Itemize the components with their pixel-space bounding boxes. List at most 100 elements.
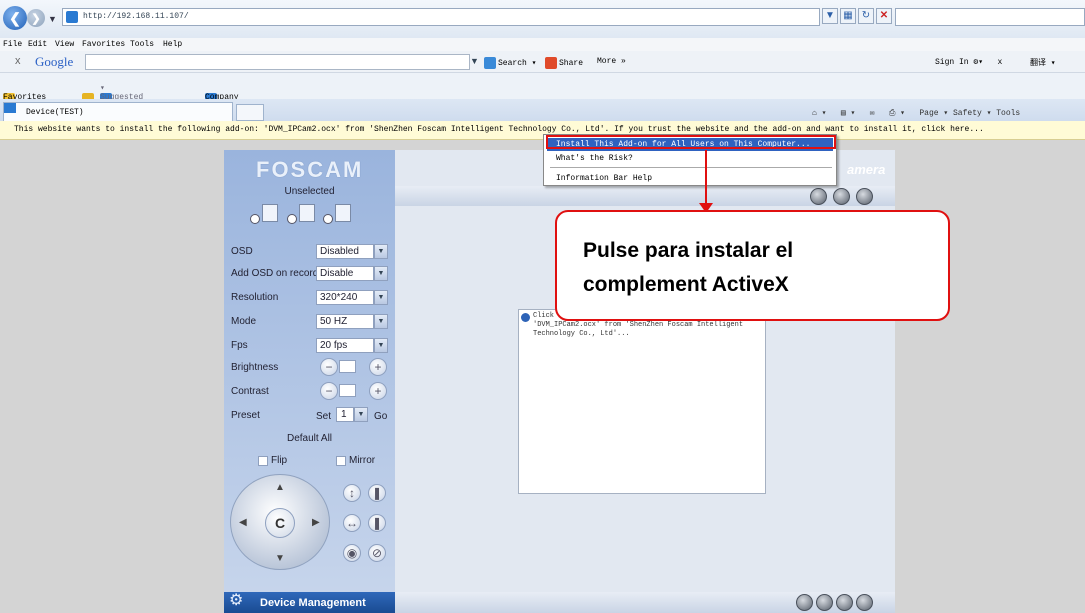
ir-on-button[interactable]: ◉ — [343, 544, 361, 562]
foscam-logo: FOSCAM — [256, 157, 364, 182]
url-dropdown-icon[interactable]: ▼ — [822, 8, 838, 24]
new-tab-button[interactable] — [236, 104, 264, 121]
fullscreen-icon[interactable] — [856, 594, 873, 611]
tab-device-test[interactable]: Device(TEST) — [3, 102, 233, 121]
preset-go-button[interactable]: Go — [374, 411, 387, 422]
fps-label: Fps — [231, 340, 248, 351]
layout-4-icon — [299, 204, 315, 222]
view-9-icon[interactable] — [836, 594, 853, 611]
tab-page-icon — [4, 103, 16, 113]
mirror-checkbox[interactable] — [336, 456, 346, 466]
menu-file[interactable]: File — [3, 40, 22, 49]
home-icon[interactable]: ⌂ — [812, 109, 817, 118]
play-icon[interactable] — [810, 188, 827, 205]
activex-icon — [521, 313, 530, 322]
contrast-value — [339, 384, 356, 397]
google-translate-button[interactable]: 翻译 ▾ — [1030, 57, 1056, 68]
google-dropdown-icon[interactable]: ▼ — [470, 56, 479, 66]
view-4-icon[interactable] — [816, 594, 833, 611]
default-all-button[interactable]: Default All — [287, 433, 332, 444]
share-icon — [545, 57, 557, 69]
add-osd-select[interactable]: Disable — [316, 266, 374, 281]
layout-9-icon — [335, 204, 351, 222]
menu-edit[interactable]: Edit — [28, 40, 47, 49]
menu-view[interactable]: View — [55, 40, 74, 49]
forward-button[interactable]: ❯ — [27, 9, 45, 27]
contrast-minus-button[interactable]: − — [320, 382, 338, 400]
favorites-bar: Favorites Suggested Sites ▾ Company Mail… — [0, 73, 1085, 111]
gear-icon: ⚙ — [229, 592, 244, 609]
url-field[interactable]: http://192.168.11.107/ — [62, 8, 820, 26]
tab-title: Device(TEST) — [26, 108, 84, 117]
callout-line-1: Pulse para instalar el — [583, 239, 794, 262]
address-bar-area: ❮ ❯ ▼ http://192.168.11.107/ ▼ ▦ ↻ ✕ — [0, 0, 1085, 38]
mode-select[interactable]: 50 HZ — [316, 314, 374, 329]
add-osd-dropdown-icon[interactable]: ▼ — [374, 266, 388, 281]
ptz-up-arrow[interactable]: ▲ — [275, 482, 285, 493]
osd-dropdown-icon[interactable]: ▼ — [374, 244, 388, 259]
feeds-icon[interactable]: ▤ — [841, 109, 846, 118]
resolution-select[interactable]: 320*240 — [316, 290, 374, 305]
ptz-center-button[interactable]: C — [265, 508, 295, 538]
google-close-x[interactable]: x — [997, 58, 1002, 67]
preset-dropdown-icon[interactable]: ▼ — [354, 407, 368, 422]
vertical-patrol-button[interactable]: ↕ — [343, 484, 361, 502]
history-dropdown-icon[interactable]: ▼ — [48, 14, 57, 24]
layout-4-radio[interactable] — [287, 214, 297, 224]
info-bar-help-menu-item[interactable]: Information Bar Help — [556, 174, 652, 183]
google-search-input[interactable] — [85, 54, 470, 70]
page-icon — [66, 11, 78, 23]
stop-record-icon[interactable] — [833, 188, 850, 205]
command-bar[interactable]: ⌂ ▾ ▤ ▾ ✉ ⎙ ▾ Page ▾ Safety ▾ Tools — [812, 108, 1020, 118]
preset-select[interactable]: 1 — [336, 407, 354, 422]
highlight-box — [546, 135, 836, 149]
device-management-bar[interactable]: Device Management — [224, 592, 395, 613]
google-sign-in[interactable]: Sign In ⚙▾ x — [935, 57, 1002, 67]
mode-label: Mode — [231, 316, 257, 327]
contrast-plus-button[interactable]: + — [369, 382, 387, 400]
fps-dropdown-icon[interactable]: ▼ — [374, 338, 388, 353]
preset-set-button[interactable]: Set — [316, 411, 331, 422]
google-sign-in-label: Sign In — [935, 58, 969, 67]
view-1-icon[interactable] — [796, 594, 813, 611]
suggested-sites[interactable]: Suggested Sites ▾ — [100, 83, 143, 111]
menu-help[interactable]: Help — [163, 40, 182, 49]
brightness-label: Brightness — [231, 362, 279, 373]
menu-tools[interactable]: Tools — [130, 40, 154, 49]
layout-1-radio[interactable] — [250, 214, 260, 224]
layout-selector — [250, 200, 375, 234]
menu-favorites[interactable]: Favorites — [82, 40, 125, 49]
google-toolbar-close-icon[interactable]: x — [15, 55, 21, 67]
google-share-button[interactable]: Share — [545, 57, 583, 69]
ir-off-button[interactable]: ⊘ — [368, 544, 386, 562]
refresh-icon[interactable]: ↻ — [858, 8, 874, 24]
contrast-label: Contrast — [231, 386, 269, 397]
brightness-minus-button[interactable]: − — [320, 358, 338, 376]
mail-icon[interactable]: ✉ — [870, 109, 875, 118]
osd-select[interactable]: Disabled — [316, 244, 374, 259]
flip-checkbox[interactable] — [258, 456, 268, 466]
stop-icon[interactable]: ✕ — [876, 8, 892, 24]
ptz-left-arrow[interactable]: ◀ — [239, 517, 247, 528]
mode-dropdown-icon[interactable]: ▼ — [374, 314, 388, 329]
google-search-label: Search — [498, 59, 527, 69]
command-bar-label[interactable]: Page ▾ Safety ▾ Tools — [919, 109, 1020, 118]
whats-the-risk-menu-item[interactable]: What's the Risk? — [556, 154, 633, 163]
ptz-down-arrow[interactable]: ▼ — [275, 553, 285, 564]
print-icon[interactable]: ⎙ — [889, 109, 895, 118]
resolution-dropdown-icon[interactable]: ▼ — [374, 290, 388, 305]
brightness-plus-button[interactable]: + — [369, 358, 387, 376]
compatibility-icon[interactable]: ▦ — [840, 8, 856, 24]
ptz-right-arrow[interactable]: ▶ — [312, 517, 320, 528]
snapshot-icon[interactable] — [856, 188, 873, 205]
horizontal-patrol-button[interactable]: ↔ — [343, 514, 361, 532]
horizontal-stop-button[interactable]: ❚ — [368, 514, 386, 532]
google-search-button[interactable]: Search ▾ — [484, 57, 536, 69]
vertical-stop-button[interactable]: ❚ — [368, 484, 386, 502]
google-more-button[interactable]: More » — [597, 57, 626, 66]
menu-separator — [550, 167, 832, 168]
fps-select[interactable]: 20 fps — [316, 338, 374, 353]
layout-9-radio[interactable] — [323, 214, 333, 224]
back-button[interactable]: ❮ — [3, 6, 27, 30]
browser-search-input[interactable] — [895, 8, 1085, 26]
